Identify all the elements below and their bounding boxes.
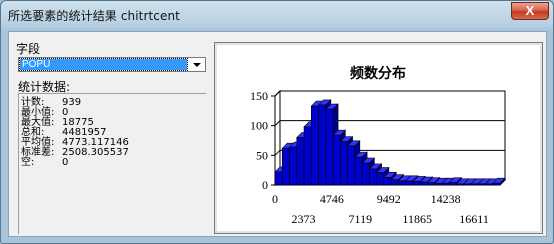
histogram-bar	[441, 182, 450, 186]
histogram-bar	[477, 183, 486, 186]
x-tick-label: 16611	[459, 212, 489, 226]
stat-value: 0	[62, 157, 69, 168]
y-tick-label: 100	[250, 119, 268, 133]
histogram-panel: 频数分布 0 50 100 150 0 4746 9492 14238 2373 7119 11865…	[214, 42, 543, 234]
chevron-down-icon[interactable]	[188, 58, 205, 71]
x-tick-label: 0	[272, 192, 278, 206]
close-button[interactable]: X	[511, 2, 549, 20]
dialog-content: 字段 POPU 统计数据: 计数: 939 最小值: 0 最大值: 18775 总和:…	[8, 31, 547, 237]
stat-value: 2508.305537	[62, 147, 129, 158]
histogram-bar	[434, 182, 443, 186]
histogram-bar	[470, 183, 479, 186]
stat-row-stddev: 标准差: 2508.305537	[21, 148, 129, 158]
histogram-bar	[303, 126, 312, 186]
stat-key: 空:	[21, 157, 35, 168]
field-select[interactable]: POPU	[18, 57, 206, 72]
histogram-bar	[492, 182, 501, 186]
histogram-bar	[383, 176, 392, 186]
histogram-bar	[376, 172, 385, 186]
field-select-value: POPU	[19, 58, 188, 71]
y-tick-label: 0	[262, 178, 268, 192]
y-tick-label: 150	[250, 89, 268, 103]
statistics-list: 计数: 939 最小值: 0 最大值: 18775 总和: 4481957 平均值: 47…	[18, 93, 206, 234]
histogram-bar	[427, 182, 435, 186]
x-tick-label: 2373	[291, 212, 315, 226]
histogram-bar	[340, 141, 348, 186]
histogram-bar	[281, 147, 290, 186]
histogram-bar	[347, 145, 356, 186]
histogram-bar	[325, 108, 334, 186]
x-tick-label: 7119	[349, 212, 373, 226]
histogram-bar	[318, 104, 327, 186]
stat-row-null: 空: 0	[21, 158, 68, 168]
field-label: 字段	[16, 42, 41, 56]
histogram-bar	[456, 183, 465, 186]
histogram-bar	[412, 181, 421, 186]
histogram-bar	[296, 137, 305, 186]
histogram-bar	[274, 171, 283, 186]
histogram-bar	[398, 180, 406, 186]
title-bar[interactable]: 所选要素的统计结果 chitrtcent X	[1, 1, 553, 29]
histogram-bar	[419, 181, 428, 186]
histogram-bar	[405, 180, 414, 186]
histogram-bar	[289, 146, 298, 186]
x-tick-label: 9492	[377, 192, 401, 206]
histogram-bar	[369, 168, 377, 186]
x-tick-label: 4746	[320, 192, 344, 206]
histogram-bar	[354, 156, 363, 186]
x-tick-label: 11865	[402, 212, 432, 226]
chart-title: 频数分布	[350, 65, 406, 82]
statistics-window: 所选要素的统计结果 chitrtcent X 字段 POPU 统计数据: 计数:…	[0, 0, 554, 244]
histogram-bar	[361, 162, 370, 186]
histogram-bar	[485, 183, 494, 186]
histogram-bar	[463, 183, 472, 186]
window-title: 所选要素的统计结果 chitrtcent	[8, 9, 180, 23]
y-tick-label: 50	[256, 148, 268, 162]
histogram-bar	[310, 105, 319, 186]
histogram-bar	[390, 179, 399, 186]
x-tick-label: 14238	[431, 192, 461, 206]
histogram-chart: 频数分布 0 50 100 150 0 4746 9492 14238 2373 7119 11865…	[250, 65, 507, 226]
histogram-bar	[448, 182, 457, 186]
histogram-bar	[332, 134, 341, 186]
